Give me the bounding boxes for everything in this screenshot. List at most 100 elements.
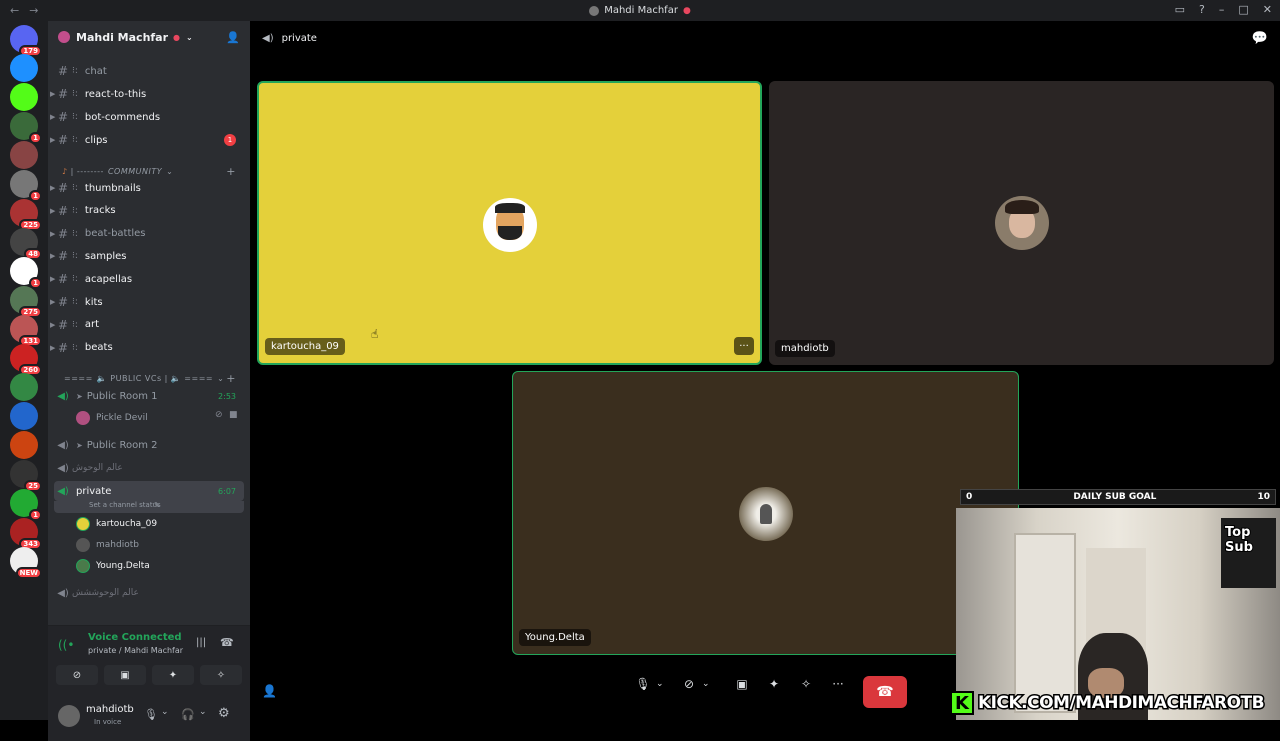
server-icon[interactable]: 343: [10, 518, 42, 550]
text-channel[interactable]: ▶ # ⁝: samples: [50, 246, 244, 266]
server-icon[interactable]: [10, 431, 38, 459]
activities-button[interactable]: ✦: [152, 665, 194, 685]
disconnect-button[interactable]: ☎: [863, 676, 907, 708]
text-channel[interactable]: ▶ # ⁝: kits: [50, 292, 244, 312]
chevron-down-icon[interactable]: ⌄: [161, 707, 169, 717]
server-icon[interactable]: [10, 54, 38, 82]
video-tile-mahdiotb[interactable]: mahdiotb: [769, 81, 1274, 365]
close-button[interactable]: ✕: [1263, 3, 1272, 16]
more-control[interactable]: ···: [825, 671, 851, 697]
text-channel[interactable]: ▶ # ⁝: bot-commends: [50, 107, 244, 127]
voice-channel-public-room-2[interactable]: ◀) ➤ Public Room 2: [54, 435, 244, 455]
screen-share-button[interactable]: ▣: [104, 665, 146, 685]
text-channel[interactable]: ▶ # ⁝: beat-battles: [50, 224, 244, 244]
voice-location[interactable]: private / Mahdi Machfar: [88, 646, 183, 655]
camera-off-icon[interactable]: ⊘: [676, 671, 702, 697]
help-icon[interactable]: ?: [1199, 3, 1205, 16]
chevron-down-icon[interactable]: ⌄: [199, 707, 207, 717]
disconnect-icon[interactable]: ☎: [220, 636, 234, 649]
server-icon[interactable]: 225: [10, 199, 42, 231]
soundboard-control[interactable]: ✧: [793, 671, 819, 697]
voice-member[interactable]: kartoucha_09: [76, 515, 157, 533]
minimize-button[interactable]: –: [1219, 3, 1225, 16]
voice-member[interactable]: mahdiotb: [76, 536, 139, 554]
category-public-vcs[interactable]: ==== 🔈 PUBLIC VCs | 🔈 ==== ⌄ +: [54, 370, 244, 386]
window-title-text: Mahdi Machfar: [604, 5, 678, 16]
voice-channel-private[interactable]: ◀) private 6:07: [54, 481, 244, 501]
server-icon[interactable]: 131: [10, 315, 42, 347]
category-label: PUBLIC VCs: [110, 373, 162, 383]
inbox-icon[interactable]: ▭: [1175, 3, 1185, 16]
server-icon[interactable]: [10, 402, 38, 430]
hash-icon: #: [57, 181, 69, 195]
participant-name: mahdiotb: [775, 340, 835, 357]
create-channel-icon[interactable]: +: [226, 165, 236, 178]
settings-gear-icon[interactable]: ⚙: [218, 706, 230, 721]
chevron-down-icon[interactable]: ⌄: [656, 679, 664, 689]
text-channel[interactable]: ▶ # ⁝: tracks: [50, 201, 244, 221]
microphone-icon[interactable]: 🎙: [144, 708, 158, 721]
microphone-control[interactable]: 🎙 ⌄: [630, 671, 664, 697]
voice-member[interactable]: Pickle Devil: [76, 409, 148, 427]
server-icon[interactable]: 1: [10, 489, 42, 521]
server-icon[interactable]: [10, 83, 38, 111]
maximize-button[interactable]: □: [1238, 3, 1248, 16]
headphones-icon[interactable]: 🎧: [181, 708, 195, 721]
back-arrow-icon[interactable]: ←: [10, 4, 19, 17]
server-icon[interactable]: 275: [10, 286, 42, 318]
activities-control[interactable]: ✦: [761, 671, 787, 697]
video-tile-young-delta[interactable]: Young.Delta: [512, 371, 1019, 655]
guitar-icon: ♪: [62, 166, 68, 176]
server-icon[interactable]: 179: [10, 25, 42, 57]
text-channel[interactable]: ▶ # ⁝: art: [50, 315, 244, 335]
camera-button[interactable]: ⊘: [56, 665, 98, 685]
chevron-down-icon[interactable]: ⌄: [702, 679, 710, 689]
voice-channel-public-room-1[interactable]: ◀) ➤ Public Room 1 2:53: [54, 386, 244, 406]
more-options-button[interactable]: ···: [734, 337, 754, 355]
server-icon[interactable]: 1: [10, 112, 42, 144]
text-channel[interactable]: ▶ # ⁝: react-to-this: [50, 84, 244, 104]
camera-control[interactable]: ⊘ ⌄: [676, 671, 710, 697]
hash-icon: #: [57, 317, 69, 332]
activities-icon[interactable]: ✦: [761, 671, 787, 697]
screen-share-icon[interactable]: ▣: [729, 671, 755, 697]
voice-member[interactable]: Young.Delta: [76, 557, 150, 575]
soundboard-icon[interactable]: ✧: [793, 671, 819, 697]
screen-share-control[interactable]: ▣: [729, 671, 755, 697]
invite-icon[interactable]: 👤: [262, 684, 277, 698]
text-channel[interactable]: ▶ # ⁝: clips 1: [50, 130, 244, 150]
text-channel[interactable]: ▶ # ⁝: thumbnails: [50, 178, 244, 198]
voice-channel-arabic[interactable]: ◀) عالم الوحوش: [54, 458, 244, 478]
noise-suppression-icon[interactable]: |||: [196, 637, 206, 648]
voice-channel-arabic-2[interactable]: ◀) عالم الوحوششش: [54, 583, 244, 603]
voice-duration: 2:53: [218, 391, 236, 401]
voice-status[interactable]: Voice Connected: [88, 632, 182, 643]
server-icon[interactable]: [10, 373, 38, 401]
more-icon[interactable]: ···: [825, 671, 851, 697]
microphone-icon[interactable]: 🎙: [630, 671, 656, 697]
server-icon[interactable]: 260: [10, 344, 42, 376]
text-channel[interactable]: ▶ # ⁝: beats: [50, 338, 244, 358]
category-community[interactable]: ♪ | -------- COMMUNITY ⌄ +: [54, 163, 244, 179]
speaker-icon: ◀): [262, 32, 274, 44]
add-member-icon[interactable]: 👤: [226, 31, 240, 44]
server-icon[interactable]: 25: [10, 460, 42, 492]
avatar: [76, 559, 90, 573]
user-avatar[interactable]: [58, 705, 80, 727]
text-channel[interactable]: # ⁝: chat: [54, 61, 244, 81]
soundboard-button[interactable]: ✧: [200, 665, 242, 685]
channel-status-row[interactable]: Set a channel status ✎: [54, 501, 244, 513]
text-channel[interactable]: ▶ # ⁝: acapellas: [50, 269, 244, 289]
video-tile-kartoucha[interactable]: kartoucha_09 ··· ☝: [257, 81, 762, 365]
server-icon[interactable]: [10, 141, 38, 169]
voice-channel-label: Public Room 1: [86, 390, 158, 402]
forward-arrow-icon[interactable]: →: [29, 4, 38, 17]
server-icon[interactable]: 1: [10, 257, 42, 289]
server-icon[interactable]: 48: [10, 228, 42, 260]
create-channel-icon[interactable]: +: [226, 372, 236, 385]
chat-bubble-icon[interactable]: 💬: [1252, 31, 1268, 46]
server-icon[interactable]: NEW: [10, 547, 42, 579]
thread-icon: ⁝:: [72, 135, 78, 145]
server-header[interactable]: Mahdi Machfar ● ⌄ 👤: [48, 21, 250, 53]
server-icon[interactable]: 1: [10, 170, 42, 202]
